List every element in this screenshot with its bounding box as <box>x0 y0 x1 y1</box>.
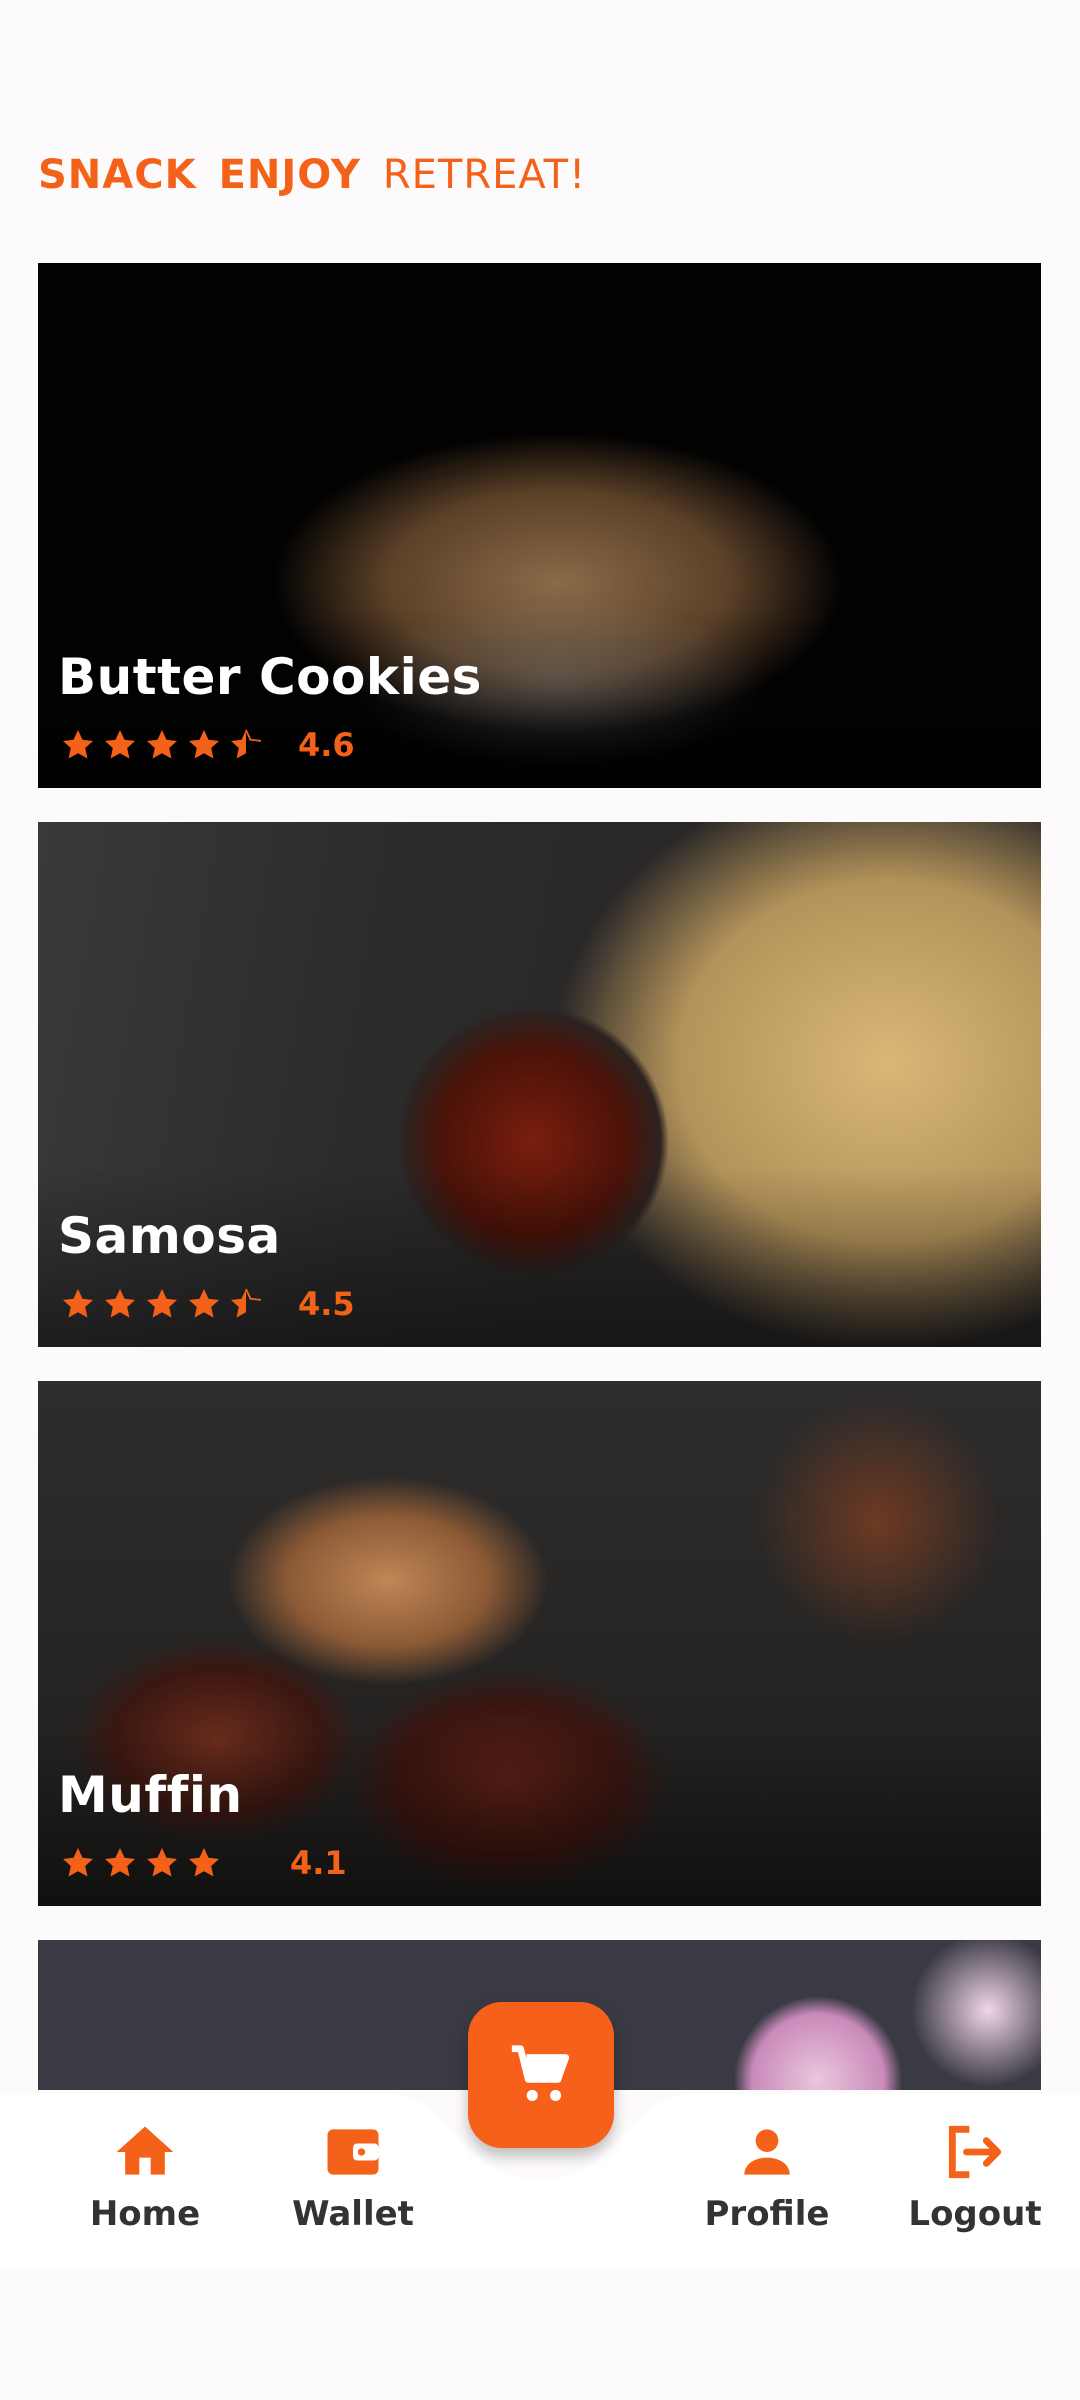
home-icon <box>116 2126 174 2175</box>
nav-home-label: Home <box>89 2194 201 2234</box>
rating-value: 4.5 <box>298 1285 355 1323</box>
nav-wallet[interactable]: Wallet <box>278 2118 428 2234</box>
star-icon <box>105 730 135 759</box>
nav-wallet-label: Wallet <box>292 2194 414 2234</box>
nav-profile[interactable]: Profile <box>692 2118 842 2234</box>
star-icon <box>147 1848 177 1877</box>
nav-logout[interactable]: Logout <box>900 2118 1050 2234</box>
star-icon <box>105 1848 135 1877</box>
star-icon <box>147 730 177 759</box>
profile-icon <box>744 2129 790 2175</box>
nav-profile-label: Profile <box>704 2194 830 2234</box>
rating-row: 4.5 <box>60 1285 355 1323</box>
snack-card-butter-cookies[interactable]: Butter Cookies 4.6 <box>38 263 1041 788</box>
rating-value: 4.1 <box>290 1844 347 1882</box>
star-icon <box>63 1289 93 1318</box>
snack-title: Muffin <box>58 1766 243 1824</box>
nav-logout-label: Logout <box>908 2194 1042 2234</box>
rating-row: 4.6 <box>60 726 355 764</box>
star-half-icon <box>231 1288 262 1318</box>
star-icon <box>105 1289 135 1318</box>
star-icon <box>189 1848 219 1877</box>
cart-icon <box>511 2045 570 2101</box>
wallet-icon <box>327 2129 379 2175</box>
header-word-enjoy: ENJOY <box>218 152 361 198</box>
page-header: SNACK ENJOY RETREAT! <box>38 152 586 198</box>
rating-row: 4.1 <box>60 1844 347 1882</box>
snack-title: Butter Cookies <box>58 648 482 706</box>
star-icon <box>189 1289 219 1318</box>
cart-button[interactable] <box>468 2002 614 2148</box>
star-half-icon <box>231 729 262 759</box>
header-word-snack: SNACK <box>38 152 197 198</box>
star-icon <box>63 1848 93 1877</box>
header-word-retreat: RETREAT! <box>382 152 587 198</box>
star-icon <box>189 730 219 759</box>
snack-card-samosa[interactable]: Samosa 4.5 <box>38 822 1041 1347</box>
star-icon <box>63 730 93 759</box>
snack-title: Samosa <box>58 1207 281 1265</box>
star-icon <box>147 1289 177 1318</box>
snack-card-muffin[interactable]: Muffin 4.1 <box>38 1381 1041 1906</box>
logout-icon <box>948 2125 1002 2179</box>
rating-value: 4.6 <box>298 726 355 764</box>
nav-home[interactable]: Home <box>70 2118 220 2234</box>
